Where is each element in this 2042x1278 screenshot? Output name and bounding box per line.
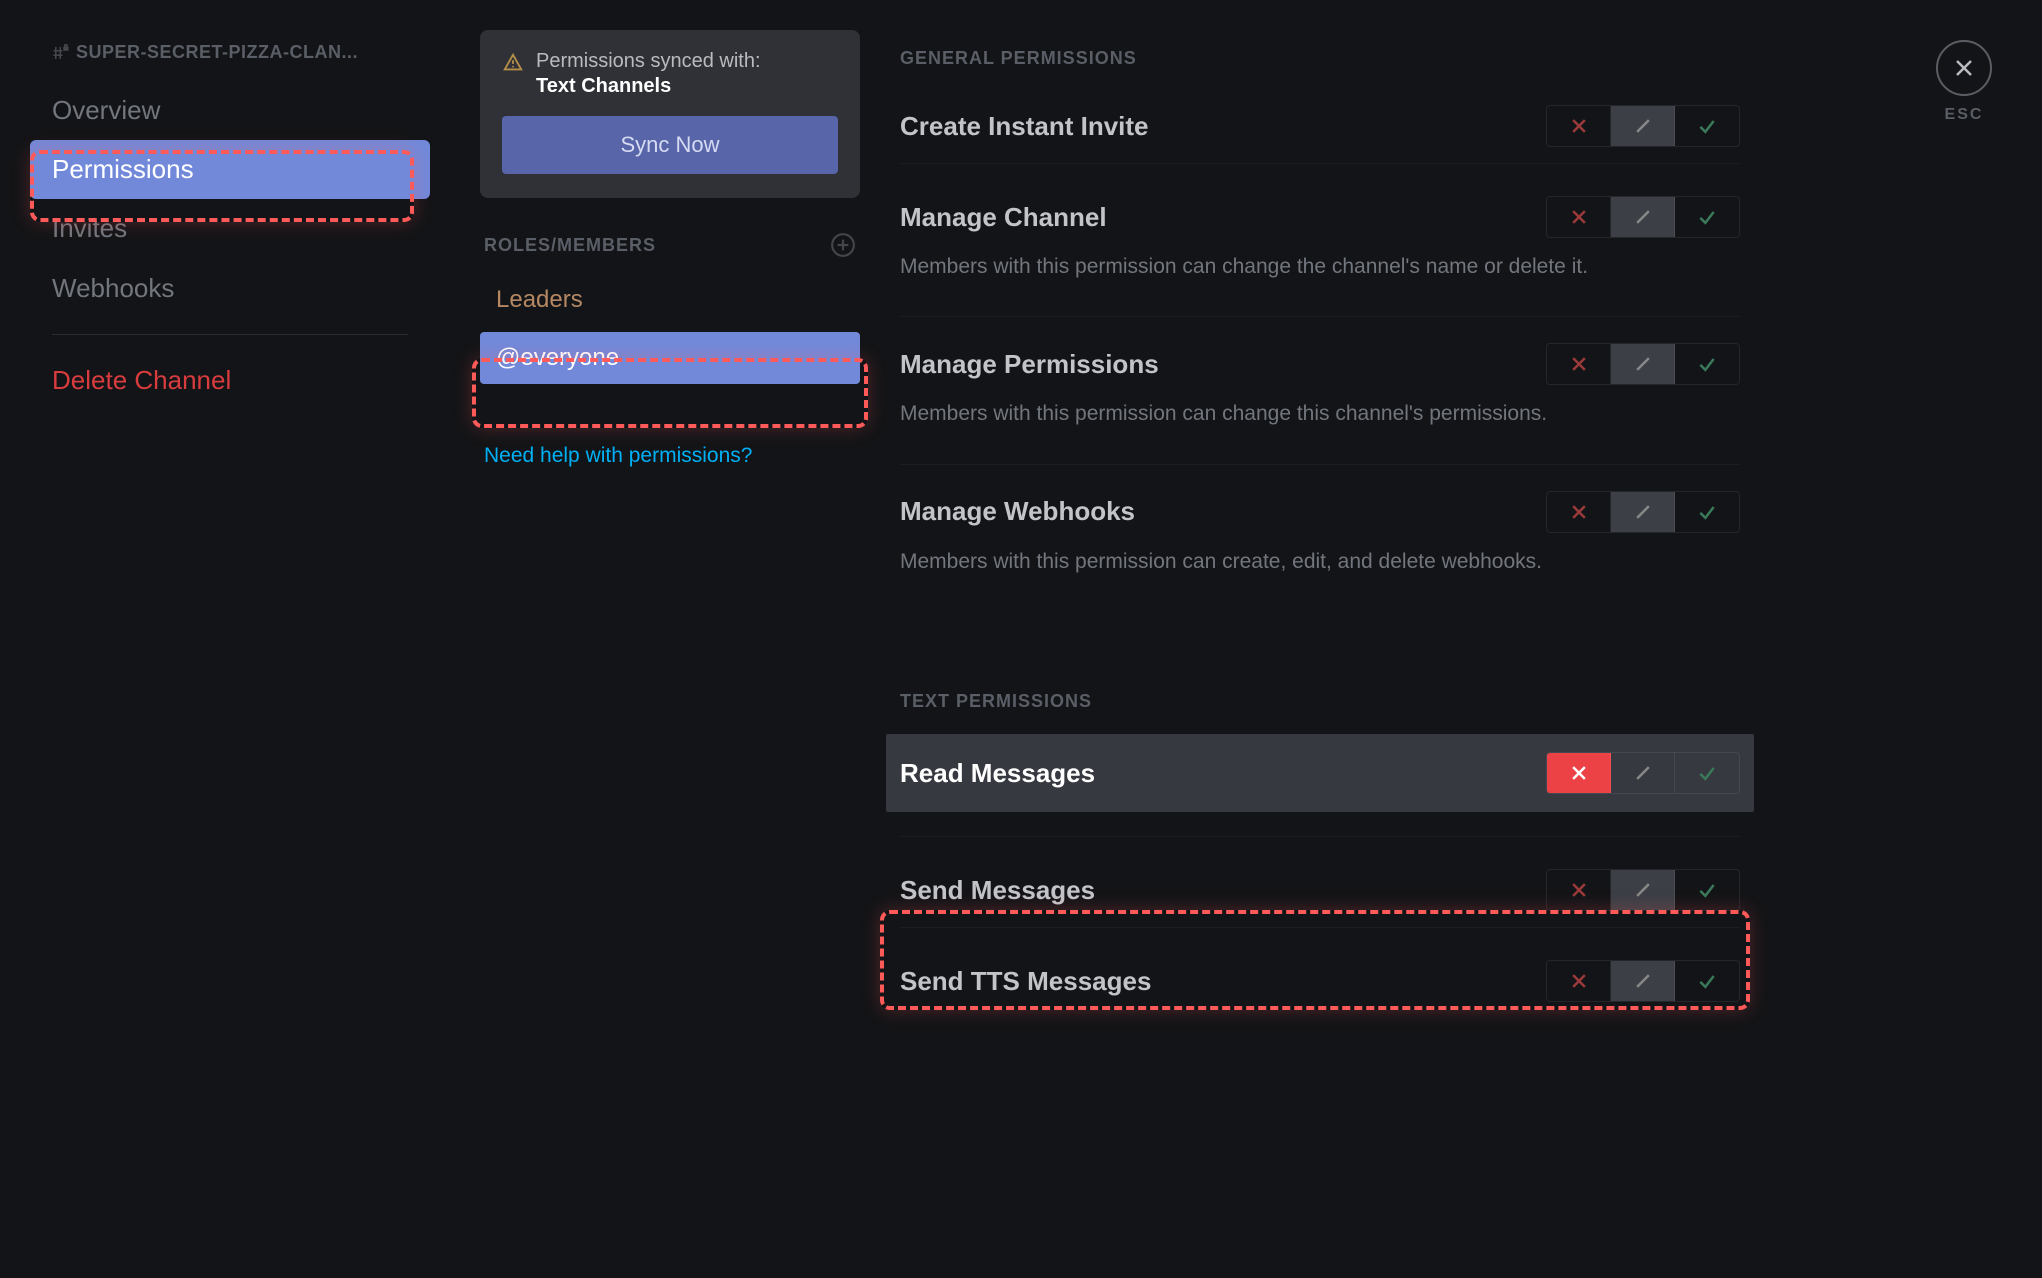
perm-title: Create Instant Invite (900, 111, 1149, 142)
roles-column: Permissions synced with: Text Channels S… (480, 30, 860, 468)
perm-toggle-read-messages (1546, 752, 1740, 794)
perm-row-send-tts-messages: Send TTS Messages (900, 946, 1740, 1010)
toggle-allow[interactable] (1675, 344, 1739, 384)
perm-divider (900, 316, 1740, 317)
perm-title: Send TTS Messages (900, 966, 1151, 997)
perm-toggle-manage-permissions (1546, 343, 1740, 385)
perm-toggle-send-tts-messages (1546, 960, 1740, 1002)
nav-permissions[interactable]: Permissions (30, 140, 430, 199)
toggle-deny[interactable] (1547, 197, 1611, 237)
toggle-neutral[interactable] (1611, 492, 1675, 532)
nav-permissions-label: Permissions (52, 154, 194, 184)
perm-toggle-manage-webhooks (1546, 491, 1740, 533)
perm-title: Manage Permissions (900, 349, 1159, 380)
toggle-allow[interactable] (1675, 197, 1739, 237)
toggle-deny[interactable] (1547, 106, 1611, 146)
permissions-column: GENERAL PERMISSIONS Create Instant Invit… (900, 30, 1740, 1010)
perm-divider (900, 927, 1740, 928)
private-channel-icon (52, 44, 70, 62)
perm-row-create-instant-invite: Create Instant Invite (900, 91, 1740, 155)
nav-delete-channel[interactable]: Delete Channel (30, 351, 430, 410)
toggle-neutral[interactable] (1611, 961, 1675, 1001)
perm-toggle-manage-channel (1546, 196, 1740, 238)
nav-delete-channel-label: Delete Channel (52, 365, 231, 395)
toggle-neutral[interactable] (1611, 753, 1675, 793)
toggle-neutral[interactable] (1611, 106, 1675, 146)
permissions-help-link[interactable]: Need help with permissions? (480, 444, 860, 468)
add-role-button[interactable] (830, 232, 856, 258)
perm-title: Manage Channel (900, 202, 1107, 233)
toggle-deny[interactable] (1547, 961, 1611, 1001)
perm-row-send-messages: Send Messages (900, 855, 1740, 919)
toggle-allow[interactable] (1675, 961, 1739, 1001)
toggle-deny[interactable] (1547, 870, 1611, 910)
toggle-deny[interactable] (1547, 344, 1611, 384)
close-button[interactable] (1936, 40, 1992, 96)
perm-title: Read Messages (900, 758, 1095, 789)
nav-webhooks-label: Webhooks (52, 273, 174, 303)
role-leaders-label: Leaders (496, 286, 583, 313)
perm-row-manage-channel: Manage Channel (900, 182, 1740, 246)
sync-text-line1: Permissions synced with: (536, 50, 761, 72)
role-item-everyone[interactable]: @everyone (480, 332, 860, 384)
perm-row-manage-permissions: Manage Permissions (900, 329, 1740, 393)
perm-title: Manage Webhooks (900, 496, 1135, 527)
warning-icon (502, 52, 524, 79)
perm-desc-manage-permissions: Members with this permission can change … (900, 393, 1680, 455)
nav-overview[interactable]: Overview (30, 81, 430, 140)
toggle-deny[interactable] (1547, 492, 1611, 532)
settings-sidebar: SUPER-SECRET-PIZZA-CLAN... Overview Perm… (30, 30, 430, 410)
sync-card: Permissions synced with: Text Channels S… (480, 30, 860, 198)
roles-header: ROLES/MEMBERS (480, 226, 860, 274)
nav-invites-label: Invites (52, 213, 127, 243)
role-item-leaders[interactable]: Leaders (480, 274, 860, 326)
perm-toggle-create-instant-invite (1546, 105, 1740, 147)
section-text-permissions: TEXT PERMISSIONS (900, 673, 1740, 734)
roles-header-text: ROLES/MEMBERS (484, 235, 656, 256)
channel-name-text: SUPER-SECRET-PIZZA-CLAN... (76, 42, 358, 63)
toggle-neutral[interactable] (1611, 197, 1675, 237)
nav-overview-label: Overview (52, 95, 160, 125)
esc-label: ESC (1936, 106, 1992, 124)
toggle-deny[interactable] (1547, 753, 1611, 793)
perm-divider (900, 836, 1740, 837)
perm-desc-manage-webhooks: Members with this permission can create,… (900, 541, 1680, 603)
toggle-allow[interactable] (1675, 106, 1739, 146)
role-everyone-label: @everyone (496, 344, 619, 371)
sync-text-line2: Text Channels (536, 75, 761, 98)
sidebar-divider (52, 334, 408, 335)
nav-invites[interactable]: Invites (30, 199, 430, 258)
perm-row-manage-webhooks: Manage Webhooks (900, 477, 1740, 541)
toggle-neutral[interactable] (1611, 344, 1675, 384)
sync-now-button[interactable]: Sync Now (502, 116, 838, 174)
sync-text: Permissions synced with: Text Channels (536, 50, 761, 98)
section-general-permissions: GENERAL PERMISSIONS (900, 30, 1740, 91)
toggle-allow[interactable] (1675, 753, 1739, 793)
perm-row-read-messages: Read Messages (886, 734, 1754, 812)
perm-divider (900, 163, 1740, 164)
perm-divider (900, 464, 1740, 465)
nav-webhooks[interactable]: Webhooks (30, 259, 430, 318)
toggle-allow[interactable] (1675, 492, 1739, 532)
close-area: ESC (1936, 40, 1992, 124)
perm-desc-manage-channel: Members with this permission can change … (900, 246, 1680, 308)
toggle-allow[interactable] (1675, 870, 1739, 910)
channel-name-header: SUPER-SECRET-PIZZA-CLAN... (30, 30, 430, 81)
perm-title: Send Messages (900, 875, 1095, 906)
perm-toggle-send-messages (1546, 869, 1740, 911)
toggle-neutral[interactable] (1611, 870, 1675, 910)
